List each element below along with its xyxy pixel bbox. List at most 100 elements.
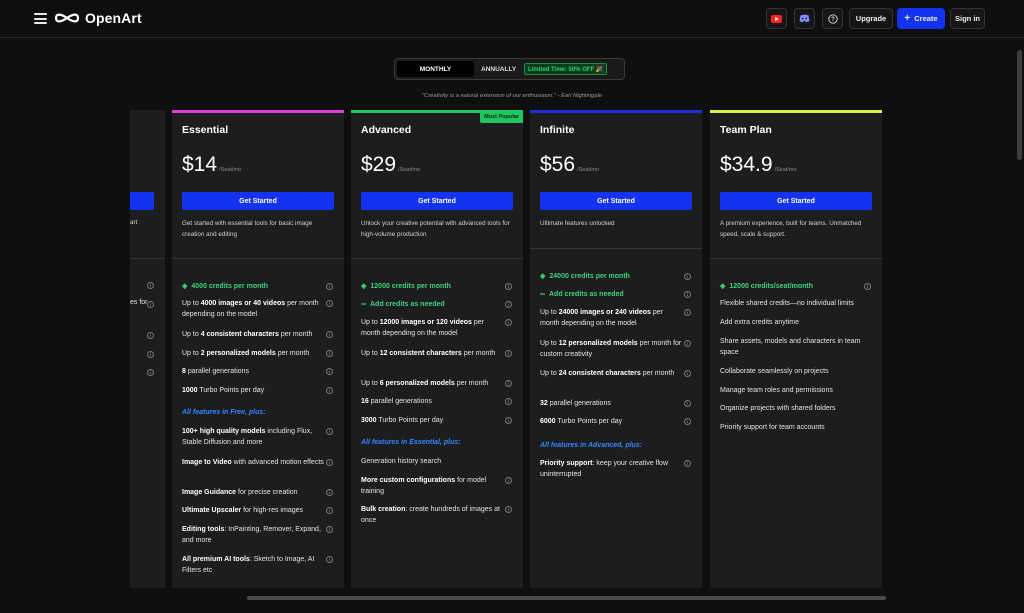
feature-item: Manage team roles and permissions: [720, 387, 833, 394]
plan-price: $56 /Seat/mo: [540, 153, 599, 177]
info-icon[interactable]: i: [147, 332, 154, 339]
info-icon[interactable]: i: [505, 283, 512, 290]
info-icon[interactable]: i: [505, 417, 512, 424]
feature-item: Up to 12 consistent characters per month: [361, 350, 496, 357]
feature-item: Up to 12000 images or 120 videos per mon…: [361, 319, 484, 337]
feature-item: Up to 4 consistent characters per month: [182, 331, 313, 338]
discord-button[interactable]: [794, 8, 815, 29]
feature-item: 100+ high quality models including Flux,…: [182, 428, 313, 446]
feature-item: Image Guidance for precise creation: [182, 489, 298, 496]
info-icon[interactable]: i: [326, 526, 333, 533]
info-icon[interactable]: i: [684, 418, 691, 425]
upgrade-button[interactable]: Upgrade: [849, 8, 893, 29]
info-icon[interactable]: i: [505, 350, 512, 357]
svg-text:?: ?: [831, 17, 835, 23]
info-icon[interactable]: i: [326, 368, 333, 375]
plan-description: Ultimate features unlocked: [540, 220, 615, 227]
diamond-icon: ◈: [361, 283, 367, 290]
plan-name: Essential: [182, 124, 229, 136]
info-icon[interactable]: i: [505, 477, 512, 484]
price-amount: $14: [182, 153, 218, 176]
feature-item: 16 parallel generations: [361, 398, 432, 405]
brand-logo[interactable]: OpenArt: [54, 10, 142, 26]
credits-line: ◈ 12000 credits/seat/month: [720, 283, 814, 290]
youtube-icon: [771, 14, 782, 23]
partial-desc: art: [130, 219, 138, 226]
info-icon[interactable]: i: [684, 340, 691, 347]
menu-icon[interactable]: [34, 13, 47, 24]
feature-item: More custom configurations for model tra…: [361, 477, 487, 495]
info-icon[interactable]: i: [505, 380, 512, 387]
monthly-tab[interactable]: MONTHLY: [397, 61, 474, 77]
get-started-button[interactable]: Get Started: [720, 192, 872, 210]
feature-item: Flexible shared credits—no individual li…: [720, 300, 854, 307]
feature-item: Share assets, models and characters in t…: [720, 338, 861, 356]
price-unit: /Seat/mo: [577, 167, 600, 173]
info-icon[interactable]: i: [326, 350, 333, 357]
info-icon[interactable]: i: [326, 489, 333, 496]
openart-logo-icon: [54, 13, 80, 23]
info-icon[interactable]: i: [326, 459, 333, 466]
info-icon[interactable]: i: [684, 291, 691, 298]
info-icon[interactable]: i: [684, 370, 691, 377]
help-button[interactable]: ?: [822, 8, 843, 29]
diamond-icon: ◈: [540, 273, 546, 280]
infinity-icon: ∞: [361, 301, 366, 308]
info-icon[interactable]: i: [684, 309, 691, 316]
feature-item: 3000 Turbo Points per day: [361, 417, 444, 424]
price-unit: /Seat/mo: [398, 167, 421, 173]
feature-item: 1000 Turbo Points per day: [182, 387, 265, 394]
info-icon[interactable]: i: [684, 460, 691, 467]
info-icon[interactable]: i: [147, 351, 154, 358]
price-unit: /Seat/mo: [219, 167, 242, 173]
plan-name: Infinite: [540, 124, 575, 136]
info-icon[interactable]: i: [147, 301, 154, 308]
signin-button[interactable]: Sign in: [950, 8, 985, 29]
feature-item: Up to 6 personalized models per month: [361, 380, 489, 387]
info-icon[interactable]: i: [326, 428, 333, 435]
feature-item: Organize projects with shared folders: [720, 405, 836, 412]
plan-card-infinite: Infinite $56 /Seat/mo Get Started Ultima…: [530, 110, 702, 588]
get-started-button[interactable]: Get Started: [182, 192, 334, 210]
info-icon[interactable]: i: [505, 506, 512, 513]
info-icon[interactable]: i: [326, 283, 333, 290]
info-icon[interactable]: i: [505, 319, 512, 326]
youtube-button[interactable]: [766, 8, 787, 29]
partial-cta-button[interactable]: [130, 192, 154, 210]
help-icon: ?: [827, 13, 838, 24]
info-icon[interactable]: i: [326, 331, 333, 338]
create-button[interactable]: + Create: [897, 8, 945, 29]
plan-name: Team Plan: [720, 124, 772, 136]
section-label: All features in Advanced, plus:: [540, 442, 643, 449]
annually-tab[interactable]: ANNUALLY: [481, 61, 516, 77]
feature-item: Up to 24000 images or 240 videos per mon…: [540, 309, 663, 327]
info-icon[interactable]: i: [684, 273, 691, 280]
info-icon[interactable]: i: [326, 556, 333, 563]
diamond-icon: ◈: [720, 283, 726, 290]
price-amount: $34.9: [720, 153, 773, 176]
info-icon[interactable]: i: [326, 507, 333, 514]
get-started-button[interactable]: Get Started: [540, 192, 692, 210]
feature-item: Image to Video with advanced motion effe…: [182, 459, 324, 466]
info-icon[interactable]: i: [326, 300, 333, 307]
info-icon[interactable]: i: [864, 283, 871, 290]
feature-item: 32 parallel generations: [540, 400, 611, 407]
info-icon[interactable]: i: [505, 398, 512, 405]
plan-price: $29 /Seat/mo: [361, 153, 420, 177]
vertical-scrollbar[interactable]: [1017, 50, 1022, 160]
horizontal-scrollbar[interactable]: [247, 596, 886, 600]
feature-item: Bulk creation: create hundreds of images…: [361, 506, 500, 524]
plan-price: $14 /Seat/mo: [182, 153, 241, 177]
info-icon[interactable]: i: [147, 369, 154, 376]
section-label: All features in Essential, plus:: [361, 439, 461, 446]
plan-description: Unlock your creative potential with adva…: [361, 220, 510, 238]
top-bar: OpenArt ? Upgrade + Create Sign in: [0, 0, 1024, 38]
diamond-icon: ◈: [182, 283, 188, 290]
info-icon[interactable]: i: [505, 301, 512, 308]
get-started-button[interactable]: Get Started: [361, 192, 513, 210]
info-icon[interactable]: i: [147, 282, 154, 289]
info-icon[interactable]: i: [684, 400, 691, 407]
info-icon[interactable]: i: [326, 387, 333, 394]
section-label: All features in Free, plus:: [182, 409, 266, 416]
most-popular-badge: Most Popular: [480, 111, 523, 123]
